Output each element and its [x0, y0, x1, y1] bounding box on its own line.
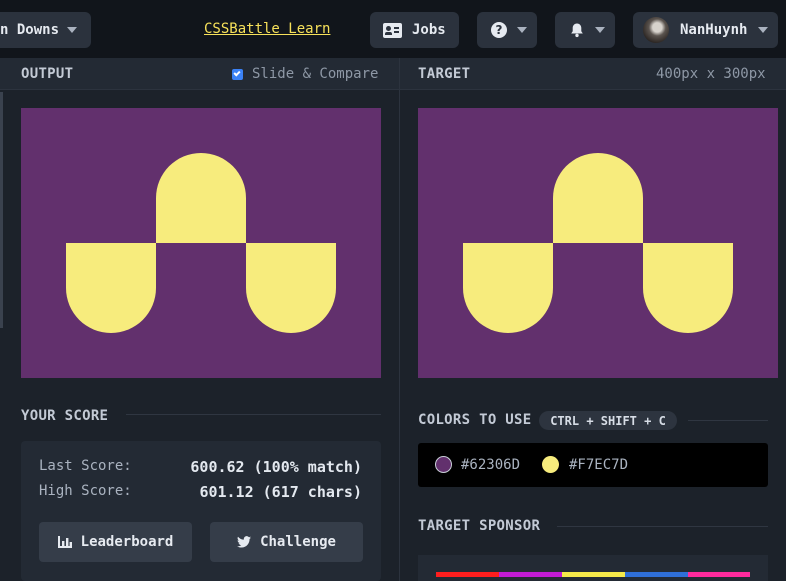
- sponsor-stripe-segment: [562, 572, 625, 577]
- notifications-dropdown[interactable]: [555, 12, 615, 48]
- output-canvas[interactable]: [21, 108, 381, 378]
- chevron-down-icon: [595, 27, 605, 33]
- leaderboard-button[interactable]: Leaderboard: [39, 522, 192, 562]
- jobs-button[interactable]: Jobs: [370, 12, 459, 48]
- section-divider: [557, 526, 768, 527]
- user-menu[interactable]: NanHuynh: [633, 12, 778, 48]
- color-swatch[interactable]: [542, 456, 559, 473]
- color-swatch[interactable]: [435, 456, 452, 473]
- shape-center-arch: [553, 153, 643, 243]
- copy-colors-shortcut: CTRL + SHIFT + C: [539, 411, 677, 430]
- jobs-label: Jobs: [412, 22, 446, 38]
- sponsor-stripe-segment: [436, 572, 499, 577]
- color-hex[interactable]: #62306D: [461, 457, 520, 473]
- slide-compare-label: Slide & Compare: [252, 66, 379, 82]
- output-title: OUTPUT: [21, 66, 74, 82]
- chevron-down-icon: [517, 27, 527, 33]
- id-card-icon: [383, 22, 402, 38]
- shape-right-half-circle: [246, 243, 336, 333]
- high-score-value: 601.12 (617 chars): [199, 483, 362, 501]
- shape-right-half-circle: [643, 243, 733, 333]
- last-score-value: 600.62 (100% match): [190, 458, 362, 476]
- battle-dropdown[interactable]: n Downs: [0, 12, 91, 48]
- shape-center-arch: [156, 153, 246, 243]
- avatar: [643, 17, 669, 43]
- shape-left-half-circle: [463, 243, 553, 333]
- sponsor-section-title: TARGET SPONSOR: [418, 518, 541, 534]
- twitter-bird-icon: [237, 536, 252, 548]
- challenge-button[interactable]: Challenge: [210, 522, 363, 562]
- colors-section-title: COLORS TO USE: [418, 412, 532, 428]
- target-canvas: [418, 108, 778, 378]
- editor-scrollbar[interactable]: [0, 92, 3, 328]
- last-score-label: Last Score:: [39, 458, 132, 474]
- shape-left-half-circle: [66, 243, 156, 333]
- score-section-title: YOUR SCORE: [21, 408, 109, 424]
- color-hex[interactable]: #F7EC7D: [569, 457, 628, 473]
- chevron-down-icon: [758, 27, 769, 33]
- top-bar: n Downs CSSBattle Learn Jobs ? NanHuynh: [0, 0, 786, 58]
- username: NanHuynh: [680, 22, 748, 38]
- target-title: TARGET: [418, 66, 471, 82]
- help-dropdown[interactable]: ?: [477, 12, 537, 48]
- challenge-label: Challenge: [260, 534, 336, 550]
- high-score-label: High Score:: [39, 483, 132, 499]
- panel-divider[interactable]: [399, 58, 400, 581]
- sponsor-card[interactable]: [418, 555, 768, 581]
- slide-compare-toggle[interactable]: Slide & Compare: [232, 66, 378, 82]
- target-dimensions: 400px x 300px: [656, 66, 766, 82]
- checkbox-checked-icon[interactable]: [232, 68, 243, 80]
- bell-icon: [571, 23, 583, 38]
- question-circle-icon: ?: [491, 22, 507, 38]
- sponsor-stripe-segment: [625, 572, 688, 577]
- leaderboard-label: Leaderboard: [80, 534, 174, 550]
- bar-chart-icon: [57, 536, 72, 548]
- section-divider: [688, 420, 768, 421]
- chevron-down-icon: [67, 27, 78, 33]
- battle-dropdown-label: n Downs: [0, 22, 60, 38]
- sponsor-stripe-segment: [499, 572, 562, 577]
- section-divider: [126, 414, 381, 415]
- sponsor-stripe-segment: [688, 572, 750, 577]
- learn-link[interactable]: CSSBattle Learn: [204, 21, 330, 37]
